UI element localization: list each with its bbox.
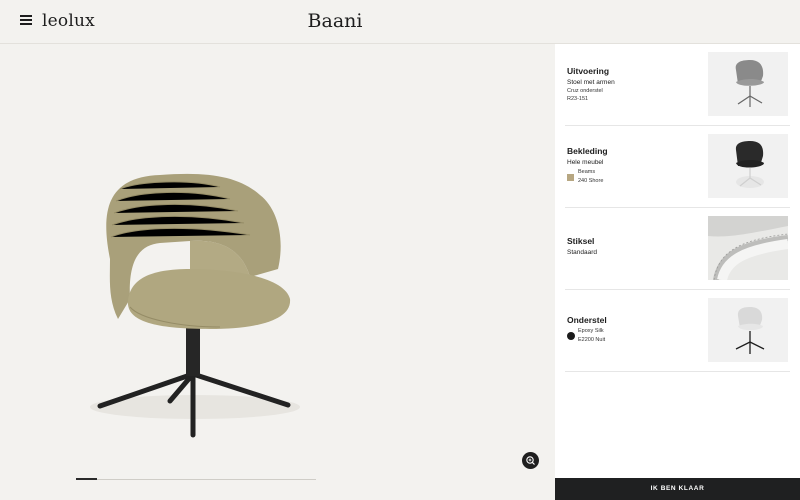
zoom-in-icon[interactable]	[522, 452, 539, 469]
option-title: Stiksel	[567, 236, 595, 246]
done-button[interactable]: IK BEN KLAAR	[555, 478, 800, 500]
option-bekleding[interactable]: Bekleding Hele meubel Beams 240 Shore	[565, 126, 790, 208]
option-value: Stoel met armen	[567, 79, 615, 86]
configurator-panel: Uitvoering Stoel met armen Cruz onderste…	[555, 44, 800, 500]
option-value: Standaard	[567, 249, 597, 256]
option-value: Hele meubel	[567, 159, 604, 166]
chair-black-thumbnail	[708, 134, 788, 198]
base-color: E2200 Nuit	[578, 337, 606, 343]
base-color-dot	[567, 332, 575, 340]
fabric-color: 240 Shore	[578, 178, 604, 184]
option-stiksel[interactable]: Stiksel Standaard	[565, 208, 790, 290]
base-finish: Epoxy Silk	[578, 328, 604, 334]
fabric-name: Beams	[578, 169, 596, 175]
option-uitvoering[interactable]: Uitvoering Stoel met armen Cruz onderste…	[565, 44, 790, 126]
image-slider-track[interactable]	[76, 479, 316, 480]
chair-grey-thumbnail	[708, 52, 788, 116]
option-title: Uitvoering	[567, 66, 610, 76]
header: leolux Baani	[0, 0, 800, 44]
product-viewer[interactable]	[0, 44, 555, 500]
stitching-detail-thumbnail	[708, 216, 788, 280]
option-onderstel[interactable]: Onderstel Epoxy Silk E2200 Nuit	[565, 290, 790, 372]
fabric-swatch	[567, 174, 574, 181]
chair-render	[90, 173, 300, 438]
option-title: Bekleding	[567, 146, 608, 156]
option-code: R23-151	[567, 96, 589, 102]
option-title: Onderstel	[567, 315, 607, 325]
page-title: Baani	[307, 10, 363, 32]
image-slider-thumb[interactable]	[76, 478, 97, 480]
chair-white-thumbnail	[708, 298, 788, 362]
option-detail: Cruz onderstel	[567, 88, 603, 94]
